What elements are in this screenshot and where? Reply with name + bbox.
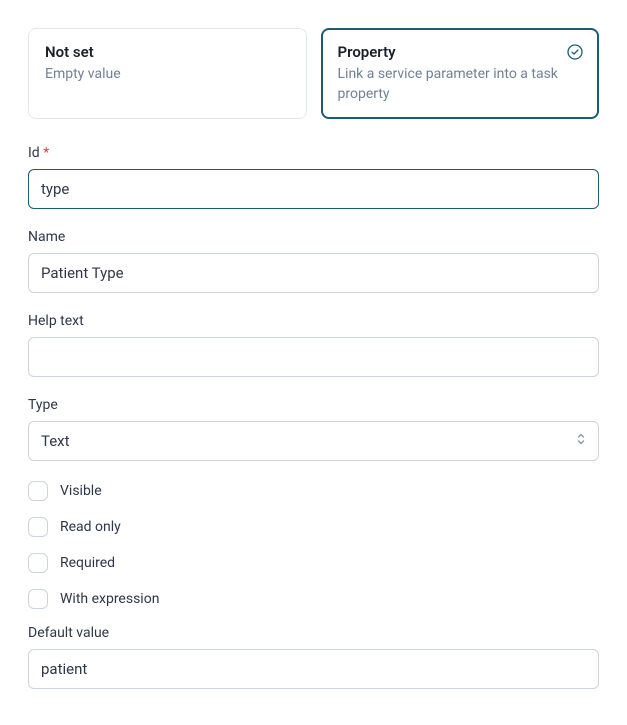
type-label: Type [28,397,599,413]
type-select[interactable]: Text [28,421,599,461]
check-circle-icon [567,44,583,64]
option-card-title: Property [338,43,583,61]
type-select-value: Text [41,432,70,450]
checkbox-row-visible[interactable]: Visible [28,481,599,501]
option-card-not-set[interactable]: Not set Empty value [28,28,307,119]
option-card-property[interactable]: Property Link a service parameter into a… [321,28,600,119]
id-label: Id * [28,145,599,161]
default-value-input[interactable] [28,649,599,689]
checkbox-label: With expression [60,591,159,607]
option-card-title: Not set [45,43,290,61]
default-value-label: Default value [28,625,599,641]
help-text-input[interactable] [28,337,599,377]
checkbox-box[interactable] [28,517,48,537]
name-input[interactable] [28,253,599,293]
checkbox-label: Read only [60,519,121,535]
checkbox-box[interactable] [28,589,48,609]
checkbox-label: Visible [60,483,102,499]
option-card-desc: Link a service parameter into a task pro… [338,65,583,104]
required-asterisk: * [43,145,49,161]
help-text-label: Help text [28,313,599,329]
option-card-desc: Empty value [45,65,290,85]
checkbox-box[interactable] [28,553,48,573]
name-label: Name [28,229,599,245]
checkbox-label: Required [60,555,115,571]
checkbox-row-required[interactable]: Required [28,553,599,573]
id-input[interactable] [28,169,599,209]
checkbox-row-read-only[interactable]: Read only [28,517,599,537]
checkbox-row-with-expression[interactable]: With expression [28,589,599,609]
checkbox-box[interactable] [28,481,48,501]
id-label-text: Id [28,145,40,161]
